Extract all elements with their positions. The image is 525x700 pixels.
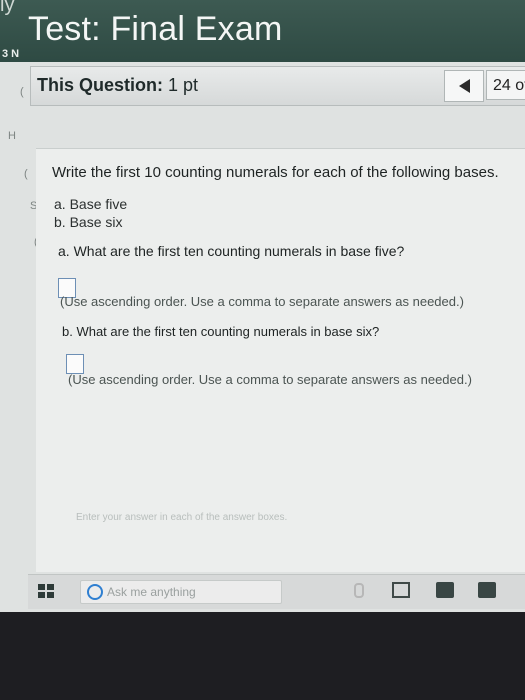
taskbar-search-box[interactable]: Ask me anything xyxy=(80,580,282,604)
part-a-hint: (Use ascending order. Use a comma to sep… xyxy=(60,294,464,309)
monitor-bezel xyxy=(0,612,525,700)
gutter-char: ( xyxy=(24,168,28,180)
cortana-circle-icon xyxy=(87,584,103,600)
task-view-icon[interactable] xyxy=(392,582,410,598)
option-a: a. Base five xyxy=(54,196,128,212)
file-explorer-icon[interactable] xyxy=(436,582,454,598)
microphone-icon[interactable] xyxy=(348,582,366,598)
screen: ly Test: Final Exam 3 N ( H ( S ( 6 ( 1 … xyxy=(0,0,525,612)
windows-start-icon[interactable] xyxy=(38,584,54,598)
title-bar: ly Test: Final Exam xyxy=(0,0,525,62)
part-a-label: a. What are the first ten counting numer… xyxy=(58,243,405,259)
panel-divider xyxy=(36,148,525,149)
question-counter: 24 of xyxy=(486,70,525,100)
store-icon[interactable] xyxy=(478,582,496,598)
search-placeholder: Ask me anything xyxy=(107,585,196,599)
previous-question-button[interactable] xyxy=(444,70,484,102)
arrow-left-icon xyxy=(458,79,470,93)
brand-fragment: ly xyxy=(0,0,15,16)
gutter-char: 3 N xyxy=(2,48,20,60)
question-prompt: Write the first 10 counting numerals for… xyxy=(52,164,499,181)
points-value: 1 pt xyxy=(168,75,199,95)
part-b-hint: (Use ascending order. Use a comma to sep… xyxy=(68,372,472,387)
part-b-label: b. What are the first ten counting numer… xyxy=(62,324,380,339)
gutter-char: H xyxy=(8,130,16,142)
gutter-char: ( xyxy=(20,86,24,98)
option-b: b. Base six xyxy=(54,214,123,230)
question-label: This Question: xyxy=(37,75,163,95)
question-points: This Question: 1 pt xyxy=(37,75,198,96)
page-title: Test: Final Exam xyxy=(28,10,283,48)
left-gutter: 3 N ( H ( S ( 6 ( 1 S I F C C xyxy=(0,48,70,610)
answer-instructions: Enter your answer in each of the answer … xyxy=(76,512,288,523)
part-b-answer-box[interactable] xyxy=(66,354,84,374)
